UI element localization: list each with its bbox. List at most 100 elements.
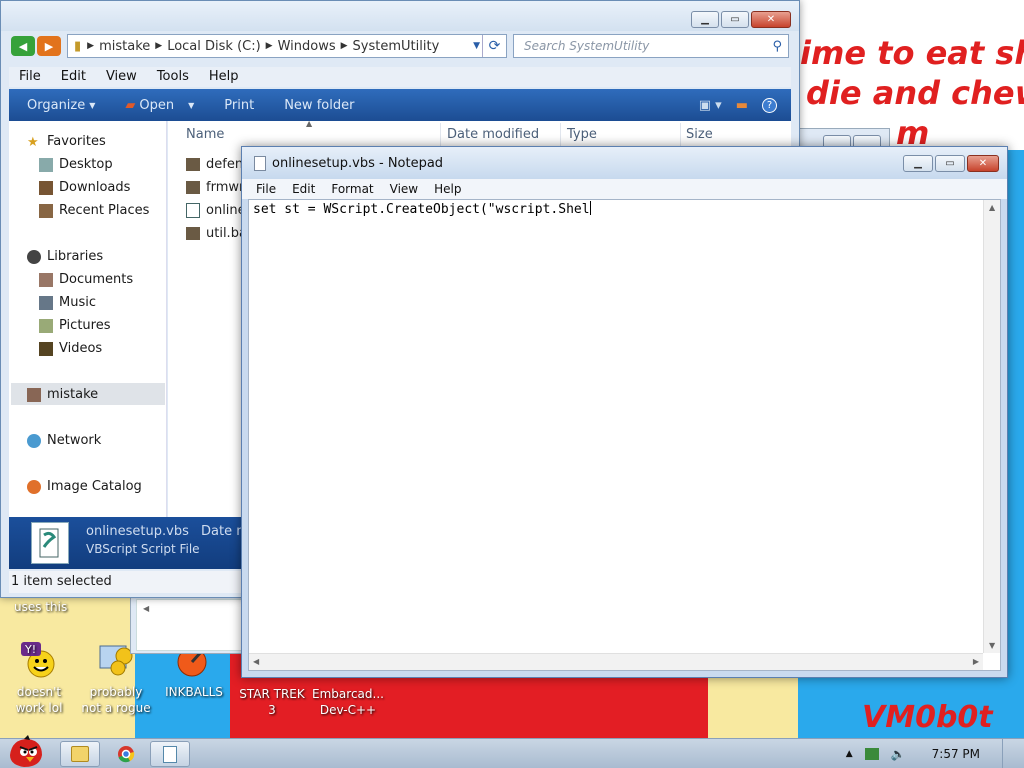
file-row[interactable]: util.ba — [186, 226, 247, 241]
nav-favorites[interactable]: ★ Favorites — [27, 134, 106, 150]
open-button[interactable]: ▰ Open ▼ — [125, 98, 194, 113]
print-label: Print — [224, 97, 255, 113]
scroll-right-icon[interactable]: ▶ — [973, 657, 979, 666]
minimize-button[interactable]: ▁ — [691, 11, 719, 28]
preview-pane-icon[interactable]: ▬ — [736, 98, 748, 113]
file-row[interactable]: defen — [186, 157, 243, 172]
desktop-icon-star-trek[interactable]: STAR TREK 3 — [236, 686, 308, 718]
nav-pictures[interactable]: Pictures — [39, 318, 110, 333]
nav-image-catalog[interactable]: Image Catalog — [27, 479, 142, 494]
column-name[interactable]: Name — [186, 127, 224, 142]
file-row[interactable]: frmwr — [186, 180, 244, 195]
print-button[interactable]: Print — [224, 98, 254, 113]
vertical-scrollbar[interactable]: ▲ ▼ — [983, 200, 1000, 653]
close-button[interactable]: ✕ — [751, 11, 791, 28]
sort-up-icon: ▲ — [306, 119, 313, 128]
nav-libraries[interactable]: Libraries — [27, 249, 103, 264]
scroll-left-icon[interactable]: ◀ — [143, 604, 149, 613]
menu-file[interactable]: File — [248, 179, 284, 199]
nav-label: Documents — [59, 272, 134, 287]
close-button[interactable]: ✕ — [967, 155, 999, 172]
show-desktop-button[interactable] — [1002, 739, 1014, 768]
notepad-title: onlinesetup.vbs - Notepad — [272, 155, 444, 171]
breadcrumb-item[interactable]: SystemUtility — [353, 39, 440, 54]
back-button[interactable]: ◀ — [11, 36, 35, 56]
refresh-icon[interactable]: ⟳ — [482, 35, 506, 57]
menu-format[interactable]: Format — [323, 179, 381, 199]
help-icon[interactable]: ? — [762, 97, 777, 113]
notepad-titlebar[interactable]: onlinesetup.vbs - Notepad ▁ ▭ ✕ — [242, 147, 1007, 179]
desktop-icon-label: doesn't work lol — [15, 685, 63, 715]
show-hidden-icons-icon[interactable]: ▲ — [846, 749, 853, 759]
search-placeholder: Search SystemUtility — [524, 39, 650, 53]
menu-tools[interactable]: Tools — [147, 67, 199, 87]
breadcrumb-item[interactable]: Local Disk (C:) — [167, 39, 260, 54]
minimize-button[interactable]: ▁ — [903, 155, 933, 172]
chevron-down-icon[interactable]: ▼ — [473, 41, 480, 51]
horizontal-scrollbar[interactable]: ◀ ▶ — [249, 653, 983, 670]
nav-label: Downloads — [59, 180, 131, 195]
nav-videos[interactable]: Videos — [39, 341, 102, 356]
script-file-icon — [31, 522, 69, 564]
scroll-left-icon[interactable]: ◀ — [253, 657, 259, 666]
nav-network[interactable]: Network — [27, 433, 101, 448]
toolbar-right: ▣ ▾ ▬ ? — [699, 97, 791, 113]
nav-homegroup-user[interactable]: mistake — [27, 387, 98, 402]
explorer-menubar: File Edit View Tools Help — [9, 67, 791, 87]
desktop-icon-label: probably not a rogue — [81, 685, 151, 715]
column-type[interactable]: Type — [567, 127, 597, 142]
recent-places-icon — [39, 203, 53, 218]
network-status-icon[interactable] — [864, 748, 879, 760]
nav-label: Network — [47, 433, 102, 448]
address-bar[interactable]: ▮ ▶ mistake ▶ Local Disk (C:) ▶ Windows … — [67, 34, 507, 58]
new-folder-button[interactable]: New folder — [284, 98, 354, 113]
column-date-modified[interactable]: Date modified — [447, 127, 539, 142]
menu-file[interactable]: File — [9, 67, 51, 87]
nav-buttons: ◀ ▶ — [11, 36, 61, 56]
explorer-titlebar[interactable]: ▁ ▭ ✕ — [1, 1, 799, 31]
nav-label: Favorites — [47, 134, 106, 149]
taskbar-chrome[interactable] — [106, 741, 146, 767]
start-button[interactable] — [4, 735, 46, 768]
view-options-icon[interactable]: ▣ ▾ — [699, 98, 722, 113]
menu-help[interactable]: Help — [199, 67, 249, 87]
breadcrumb-item[interactable]: Windows — [278, 39, 336, 54]
column-divider — [440, 123, 441, 147]
search-icon[interactable]: ⚲ — [772, 39, 782, 54]
forward-button[interactable]: ▶ — [37, 36, 61, 56]
desktop-icon-devcpp[interactable]: Embarcad... Dev-C++ — [312, 686, 384, 718]
menu-view[interactable]: View — [96, 67, 147, 87]
menu-help[interactable]: Help — [426, 179, 469, 199]
notepad-text-area[interactable]: set st = WScript.CreateObject("wscript.S… — [248, 199, 1001, 671]
file-name: frmwr — [206, 180, 245, 195]
menu-edit[interactable]: Edit — [284, 179, 323, 199]
taskbar-explorer[interactable] — [60, 741, 100, 767]
file-row-selected[interactable]: online — [186, 203, 246, 218]
maximize-button[interactable]: ▭ — [721, 11, 749, 28]
open-with-icon: ▰ — [125, 97, 136, 113]
nav-documents[interactable]: Documents — [39, 272, 133, 287]
column-size[interactable]: Size — [686, 127, 713, 142]
clock[interactable]: 7:57 PM — [932, 747, 980, 761]
nav-desktop[interactable]: Desktop — [39, 157, 113, 172]
breadcrumb-separator-icon: ▶ — [340, 41, 348, 51]
scroll-up-icon[interactable]: ▲ — [989, 203, 995, 212]
nav-label: Music — [59, 295, 96, 310]
breadcrumb-item[interactable]: mistake — [99, 39, 150, 54]
desktop-icon-yahoo[interactable]: Y! doesn't work lol — [3, 640, 75, 716]
nav-label: Image Catalog — [47, 479, 142, 494]
maximize-button[interactable]: ▭ — [935, 155, 965, 172]
nav-downloads[interactable]: Downloads — [39, 180, 130, 195]
menu-edit[interactable]: Edit — [51, 67, 96, 87]
search-input[interactable]: Search SystemUtility ⚲ — [513, 34, 789, 58]
nav-music[interactable]: Music — [39, 295, 96, 310]
menu-view[interactable]: View — [382, 179, 426, 199]
nav-label: Desktop — [59, 157, 113, 172]
pictures-icon — [39, 318, 53, 333]
organize-label: Organize — [27, 97, 86, 113]
nav-recent-places[interactable]: Recent Places — [39, 203, 149, 218]
taskbar-notepad[interactable] — [150, 741, 190, 767]
volume-icon[interactable]: 🔈 — [891, 747, 906, 761]
organize-button[interactable]: Organize ▼ — [27, 98, 95, 113]
scroll-down-icon[interactable]: ▼ — [989, 641, 995, 650]
